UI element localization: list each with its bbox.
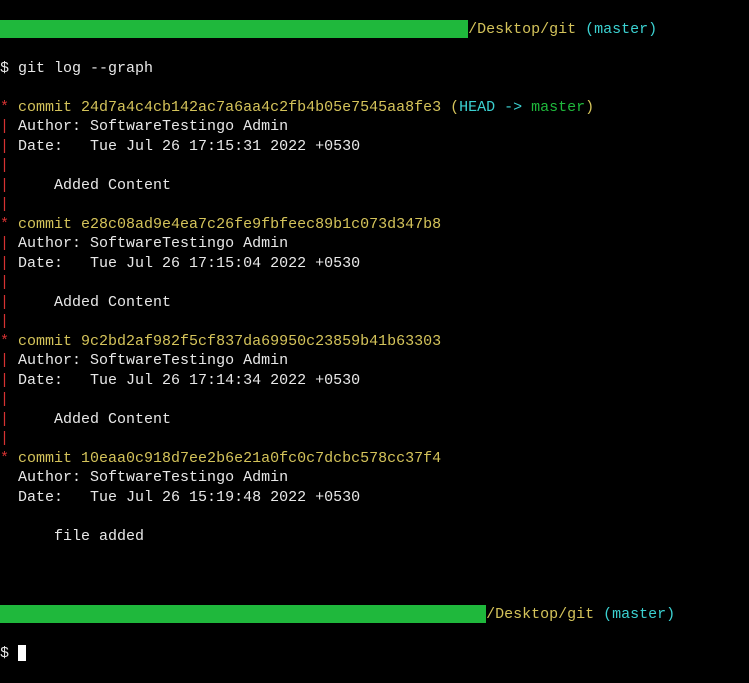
author-line: | Author: SoftwareTestingo Admin — [0, 351, 749, 371]
prompt-line-2: /Desktop/git (master) — [0, 605, 749, 625]
cursor — [18, 645, 26, 661]
blank-line: | — [0, 273, 749, 293]
command-text: git log --graph — [18, 60, 153, 77]
commit-line: * commit e28c08ad9e4ea7c26fe9fbfeec89b1c… — [0, 215, 749, 235]
blank-line: | — [0, 429, 749, 449]
author-line: | Author: SoftwareTestingo Admin — [0, 117, 749, 137]
blank-line — [0, 566, 749, 586]
prompt-symbol: $ — [0, 645, 9, 662]
date-line: | Date: Tue Jul 26 17:14:34 2022 +0530 — [0, 371, 749, 391]
path-text: /Desktop/git — [468, 21, 576, 38]
blank-line: | — [0, 195, 749, 215]
branch-text: (master) — [585, 21, 657, 38]
terminal-output[interactable]: /Desktop/git (master) $ git log --graph … — [0, 0, 749, 683]
message-line: | Added Content — [0, 293, 749, 313]
command-line-1: $ git log --graph — [0, 59, 749, 79]
prompt-line-1: /Desktop/git (master) — [0, 20, 749, 40]
user-host-bar — [0, 605, 486, 623]
message-line: file added — [0, 527, 749, 547]
author-line: | Author: SoftwareTestingo Admin — [0, 234, 749, 254]
blank-line — [0, 507, 749, 527]
path-text: /Desktop/git — [486, 606, 594, 623]
command-line-2[interactable]: $ — [0, 644, 749, 664]
blank-line: | — [0, 156, 749, 176]
date-line: | Date: Tue Jul 26 17:15:31 2022 +0530 — [0, 137, 749, 157]
commit-line: * commit 9c2bd2af982f5cf837da69950c23859… — [0, 332, 749, 352]
message-line: | Added Content — [0, 176, 749, 196]
blank-line: | — [0, 390, 749, 410]
prompt-symbol: $ — [0, 60, 9, 77]
user-host-bar — [0, 20, 468, 38]
commit-line: * commit 24d7a4c4cb142ac7a6aa4c2fb4b05e7… — [0, 98, 749, 118]
branch-text: (master) — [603, 606, 675, 623]
blank-line: | — [0, 312, 749, 332]
author-line: Author: SoftwareTestingo Admin — [0, 468, 749, 488]
date-line: Date: Tue Jul 26 15:19:48 2022 +0530 — [0, 488, 749, 508]
message-line: | Added Content — [0, 410, 749, 430]
date-line: | Date: Tue Jul 26 17:15:04 2022 +0530 — [0, 254, 749, 274]
commit-line: * commit 10eaa0c918d7ee2b6e21a0fc0c7dcbc… — [0, 449, 749, 469]
